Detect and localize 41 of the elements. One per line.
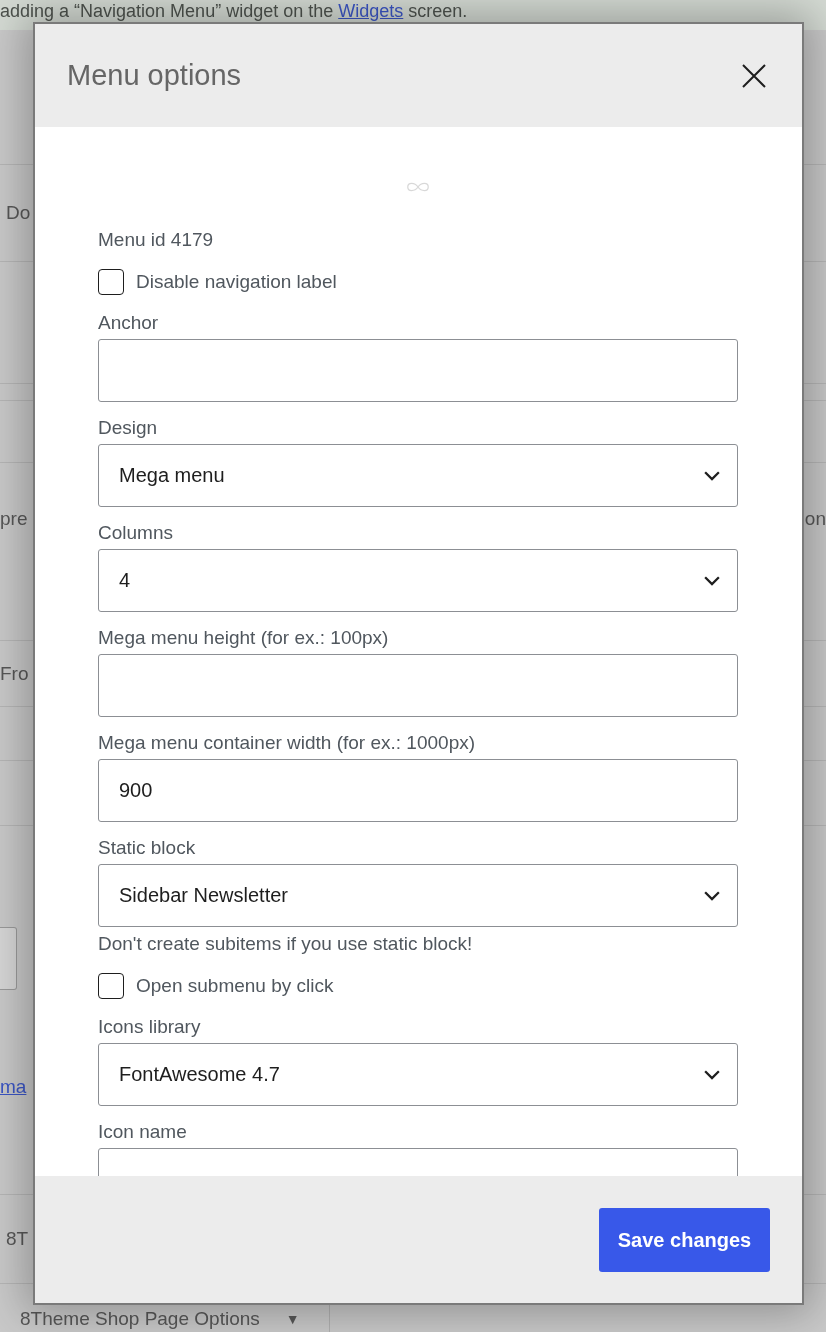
menu-id-text: Menu id 4179 xyxy=(98,228,215,252)
close-icon xyxy=(742,63,766,88)
dialog-title: Menu options xyxy=(67,59,242,92)
field-label: Design xyxy=(98,416,159,440)
chevron-down-icon xyxy=(704,575,720,586)
infinity-icon xyxy=(407,182,429,192)
caret-icon[interactable]: ▼ xyxy=(285,1307,300,1331)
select-field[interactable]: FontAwesome 4.7 xyxy=(98,1043,738,1106)
select-field[interactable]: Mega menu xyxy=(98,444,738,507)
checkbox[interactable] xyxy=(98,973,124,999)
text-fragment: pre xyxy=(0,507,28,531)
text-link[interactable]: ma xyxy=(0,1075,27,1099)
text-field[interactable] xyxy=(98,339,738,402)
text-fragment: Do xyxy=(6,201,31,225)
text-fragment: on xyxy=(804,507,826,531)
select-field[interactable]: Sidebar Newsletter xyxy=(98,864,738,927)
text-fragment: Fro xyxy=(0,661,29,686)
field-label: Mega menu height (for ex.: 100px) xyxy=(98,626,390,650)
text-field[interactable]: 900 xyxy=(98,759,738,822)
field-label: Icon name xyxy=(98,1120,188,1144)
chevron-down-icon xyxy=(704,470,720,481)
close-button[interactable] xyxy=(742,63,766,88)
text-link[interactable]: Widgets xyxy=(338,1,404,21)
help-text: Don't create subitems if you use static block! xyxy=(98,932,474,956)
field-label: Mega menu container width (for ex.: 1000px) xyxy=(98,731,477,755)
text-field[interactable] xyxy=(98,654,738,717)
select-field[interactable]: 4 xyxy=(98,549,738,612)
field-label: Columns xyxy=(98,521,174,545)
field-label: Static block xyxy=(98,836,197,860)
text-fragment: 8T xyxy=(6,1227,29,1251)
save-button[interactable]: Save changes xyxy=(599,1208,770,1272)
panel-title: 8Theme Shop Page Options xyxy=(20,1307,260,1331)
notice-text: adding a “Navigation Menu” widget on the Widgets screen. xyxy=(0,0,469,22)
chevron-down-icon xyxy=(704,1069,720,1080)
field-label: Icons library xyxy=(98,1015,202,1039)
checkbox[interactable] xyxy=(98,269,124,295)
input-field[interactable] xyxy=(0,927,17,990)
checkbox-label[interactable]: Disable navigation label xyxy=(136,270,337,294)
field-label: Anchor xyxy=(98,311,160,335)
checkbox-label[interactable]: Open submenu by click xyxy=(136,974,334,998)
chevron-down-icon xyxy=(704,890,720,901)
